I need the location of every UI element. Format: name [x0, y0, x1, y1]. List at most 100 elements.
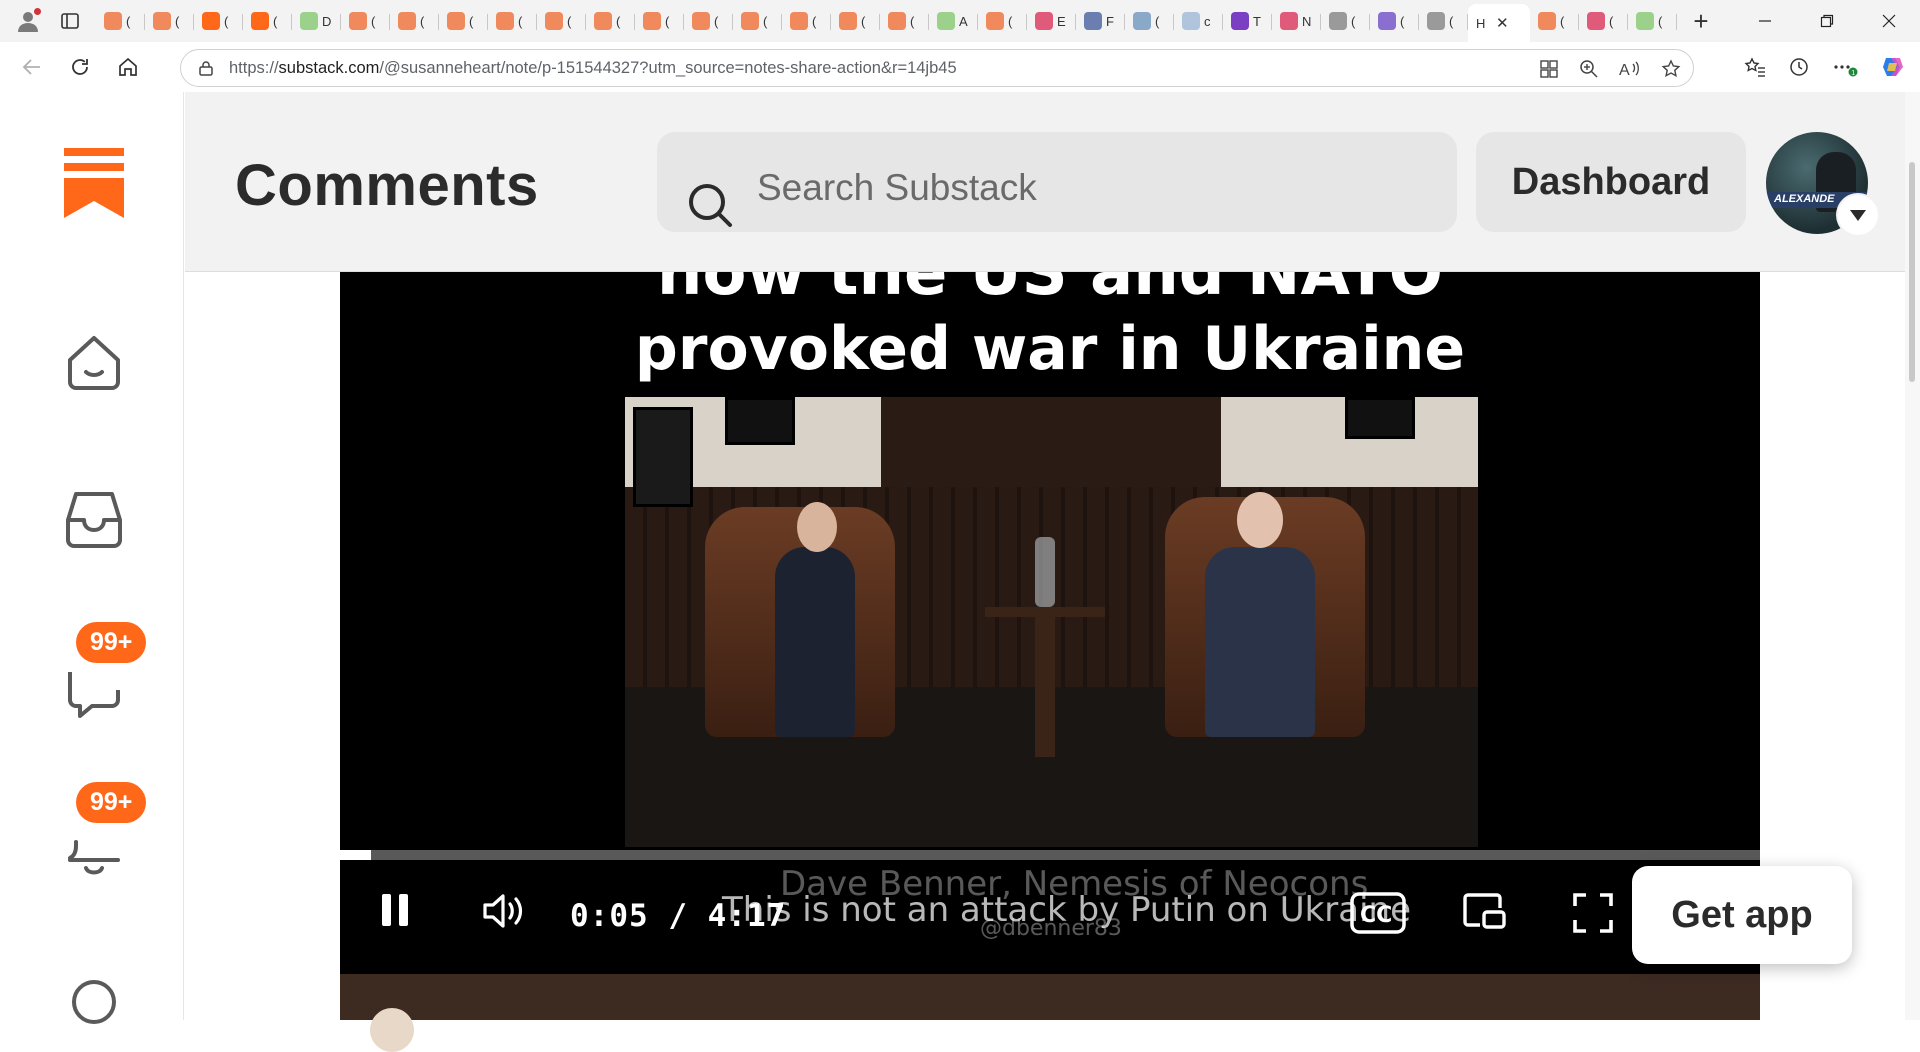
rail-inbox[interactable]: [62, 488, 126, 552]
tab-actions-icon: [61, 13, 79, 29]
picture-in-picture-icon: [1463, 893, 1506, 929]
tab-title: (: [714, 13, 719, 29]
browser-tab[interactable]: (: [1370, 4, 1419, 38]
home-button[interactable]: [108, 47, 148, 87]
video-subtitle: This is not an attack by Putin on Ukrain…: [722, 890, 1412, 930]
browser-tab[interactable]: (: [488, 4, 537, 38]
favorites-icon[interactable]: [1744, 56, 1766, 78]
extensions-icon[interactable]: 1: [1832, 56, 1858, 78]
minimize-icon: [1759, 20, 1771, 22]
rail-search[interactable]: [62, 970, 126, 1030]
address-bar[interactable]: https://substack.com/@susanneheart/note/…: [180, 49, 1694, 87]
new-tab-button[interactable]: +: [1683, 3, 1719, 39]
tab-favicon-icon: [692, 12, 710, 30]
page-title: Comments: [235, 153, 539, 218]
restore-button[interactable]: [1796, 0, 1858, 42]
browser-tab[interactable]: (: [1125, 4, 1174, 38]
browser-tab[interactable]: (: [537, 4, 586, 38]
bell-icon: [68, 840, 120, 875]
fullscreen-button[interactable]: [1572, 892, 1614, 934]
tab-favicon-icon: [741, 12, 759, 30]
history-icon[interactable]: [1788, 56, 1810, 78]
rail-notifications[interactable]: [62, 818, 126, 882]
volume-icon: [483, 894, 523, 928]
browser-tab[interactable]: (: [341, 4, 390, 38]
tab-title: (: [126, 13, 131, 29]
copilot-icon[interactable]: [1880, 54, 1906, 80]
browser-tab[interactable]: (: [733, 4, 782, 38]
caret-down-icon: [1850, 210, 1866, 221]
time-current: 0:05: [570, 898, 649, 934]
back-button[interactable]: [12, 47, 52, 87]
apps-icon[interactable]: [1539, 59, 1559, 79]
search-input[interactable]: Search Substack: [657, 132, 1457, 232]
tab-actions-button[interactable]: [52, 3, 88, 39]
tab-title: (: [616, 13, 621, 29]
browser-tab[interactable]: (: [978, 4, 1027, 38]
favorite-star-icon[interactable]: [1661, 59, 1681, 79]
post-author-avatar[interactable]: [370, 1008, 414, 1052]
browser-tab[interactable]: D: [292, 4, 341, 38]
substack-logo[interactable]: [64, 148, 124, 218]
page-scrollbar[interactable]: [1905, 92, 1920, 1020]
browser-tab[interactable]: (: [1419, 4, 1468, 38]
browser-tab[interactable]: (: [586, 4, 635, 38]
browser-tab[interactable]: (: [831, 4, 880, 38]
browser-tab[interactable]: T: [1223, 4, 1272, 38]
get-app-button[interactable]: Get app: [1632, 866, 1852, 964]
browser-tab-active[interactable]: H ✕: [1468, 4, 1530, 42]
close-window-button[interactable]: [1858, 0, 1920, 42]
browser-tab[interactable]: c: [1174, 4, 1223, 38]
browser-tab[interactable]: (: [390, 4, 439, 38]
account-menu-button[interactable]: [1838, 195, 1878, 235]
browser-tab[interactable]: (: [1321, 4, 1370, 38]
browser-tab[interactable]: (: [635, 4, 684, 38]
browser-tab[interactable]: (: [782, 4, 831, 38]
post-footer-strip: [340, 974, 1760, 1052]
tab-title: H: [1476, 15, 1486, 31]
browser-tab[interactable]: A: [929, 4, 978, 38]
tab-favicon-icon: [1133, 12, 1151, 30]
tab-favicon-icon: [1587, 12, 1605, 30]
tab-close-icon[interactable]: ✕: [1496, 14, 1509, 32]
video-player[interactable]: how the US and NATO provoked war in Ukra…: [340, 272, 1760, 974]
video-progress-bar[interactable]: [340, 850, 1760, 860]
browser-tab[interactable]: (: [194, 4, 243, 38]
svg-text:1: 1: [1851, 70, 1855, 77]
back-arrow-icon: [22, 59, 40, 75]
tab-list: ((((D((((((((((((A(E F(c T N(((H ✕(((: [96, 0, 1677, 42]
browser-tab[interactable]: (: [243, 4, 292, 38]
browser-tab[interactable]: F: [1076, 4, 1125, 38]
scene-head-left: [797, 502, 837, 552]
dashboard-button[interactable]: Dashboard: [1476, 132, 1746, 232]
tab-title: F: [1106, 13, 1114, 29]
minimize-button[interactable]: [1734, 0, 1796, 42]
browser-tab[interactable]: (: [96, 4, 145, 38]
picture-in-picture-button[interactable]: [1462, 892, 1506, 930]
captions-button[interactable]: CC: [1350, 892, 1406, 934]
rail-home[interactable]: [62, 330, 126, 394]
browser-tab[interactable]: (: [1530, 4, 1579, 38]
tab-title: (: [1400, 13, 1405, 29]
profile-button[interactable]: [10, 3, 46, 39]
browser-tab[interactable]: (: [1628, 4, 1677, 38]
browser-tab[interactable]: (: [684, 4, 733, 38]
read-aloud-icon[interactable]: A: [1619, 59, 1641, 79]
volume-button[interactable]: [482, 892, 526, 930]
search-icon: [689, 184, 732, 227]
browser-tab[interactable]: (: [439, 4, 488, 38]
zoom-icon[interactable]: [1579, 59, 1599, 79]
browser-tab[interactable]: (: [145, 4, 194, 38]
tab-favicon-icon: [349, 12, 367, 30]
tab-favicon-icon: [1427, 12, 1445, 30]
scrollbar-thumb[interactable]: [1909, 162, 1915, 382]
browser-tab[interactable]: E: [1027, 4, 1076, 38]
pause-button[interactable]: [380, 892, 410, 928]
site-info-icon[interactable]: [197, 59, 215, 77]
reload-button[interactable]: [60, 47, 100, 87]
browser-tab[interactable]: N: [1272, 4, 1321, 38]
browser-tab[interactable]: (: [880, 4, 929, 38]
browser-tab[interactable]: (: [1579, 4, 1628, 38]
pause-icon: [382, 894, 408, 926]
rail-chat[interactable]: [62, 656, 126, 720]
